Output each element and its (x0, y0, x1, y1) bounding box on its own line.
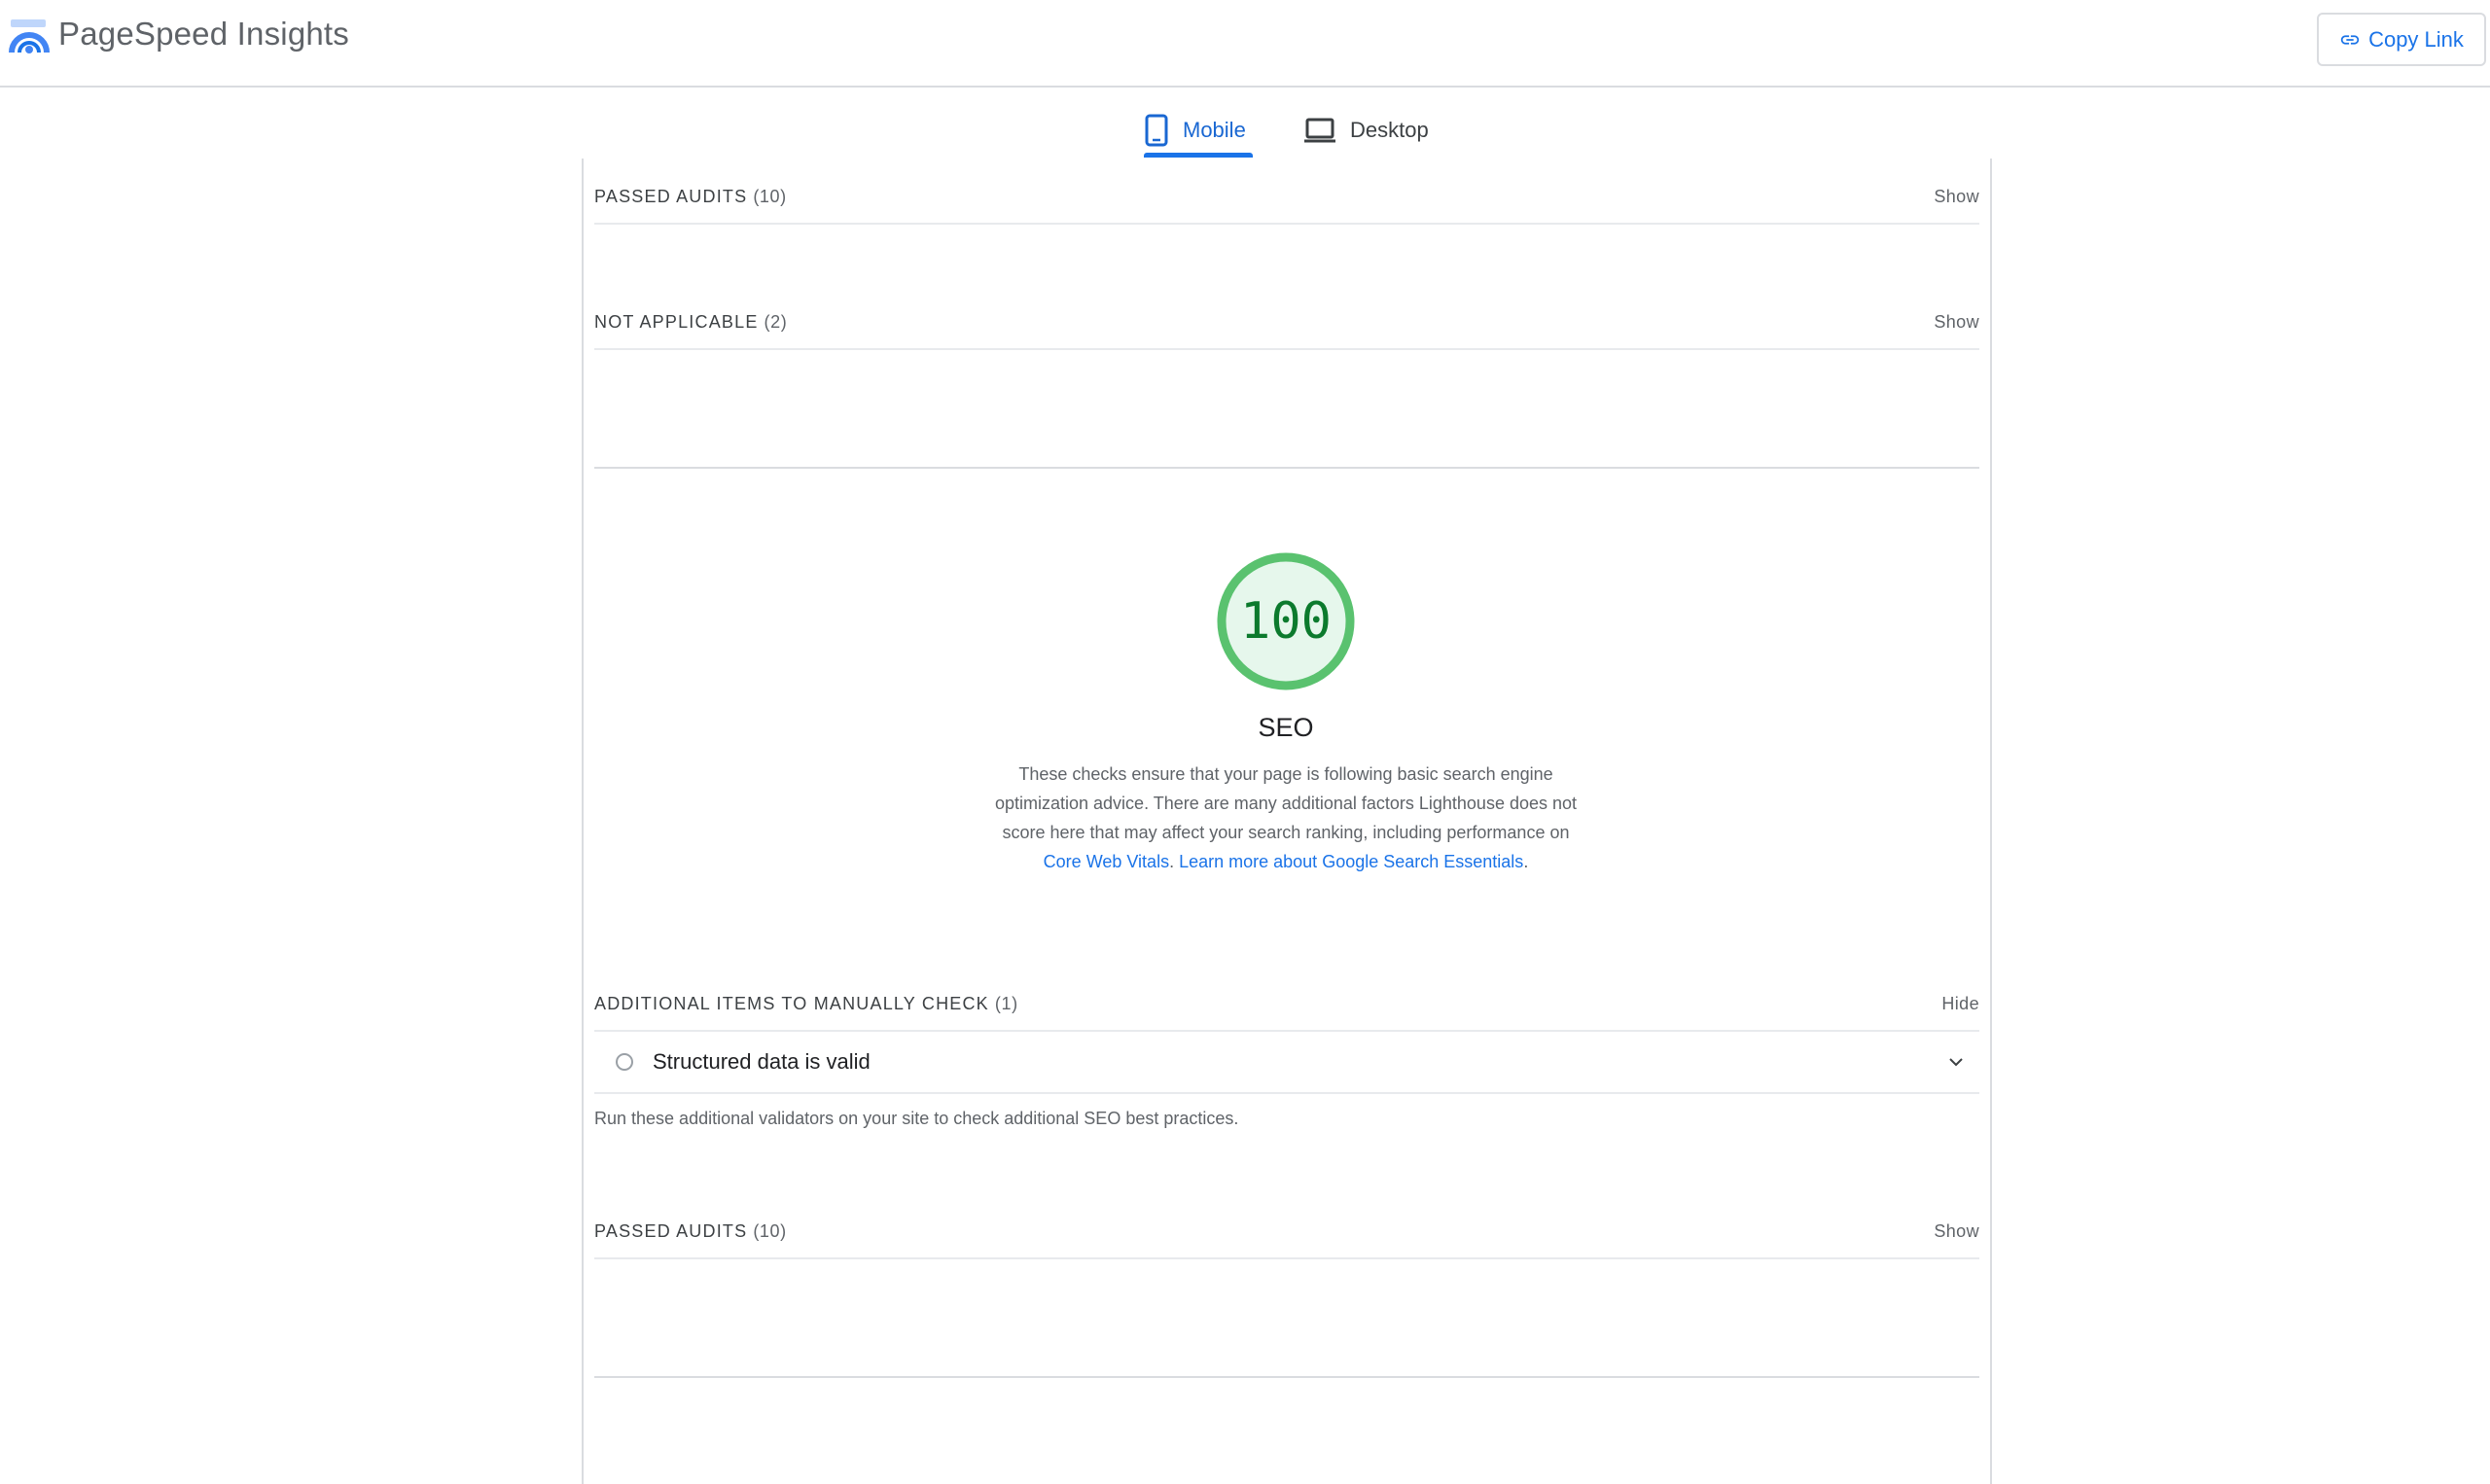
tab-mobile-label: Mobile (1183, 118, 1246, 142)
link-icon (2340, 34, 2360, 45)
divider (594, 348, 1979, 350)
audit-item-structured-data[interactable]: Structured data is valid (594, 1031, 1979, 1093)
manual-check-title: ADDITIONAL ITEMS TO MANUALLY CHECK (594, 993, 989, 1013)
manual-check-title-group: ADDITIONAL ITEMS TO MANUALLY CHECK (1) (594, 994, 1018, 1014)
pagespeed-logo-icon[interactable] (8, 18, 51, 56)
google-search-essentials-link[interactable]: Learn more about Google Search Essential… (1179, 852, 1523, 871)
core-web-vitals-link[interactable]: Core Web Vitals (1044, 852, 1169, 871)
active-tab-indicator (1144, 153, 1253, 158)
copy-link-label: Copy Link (2368, 26, 2464, 52)
not-applicable-show-toggle[interactable]: Show (1934, 312, 1979, 333)
divider (594, 1092, 1979, 1094)
category-description-text: These checks ensure that your page is fo… (994, 764, 1578, 842)
passed-audits-seo-title-group: PASSED AUDITS (10) (594, 1221, 787, 1242)
tab-desktop-label: Desktop (1350, 118, 1429, 142)
passed-audits-seo-title: PASSED AUDITS (594, 1220, 748, 1241)
not-applicable-count: (2) (764, 311, 788, 332)
not-applicable-header[interactable]: NOT APPLICABLE (2) Show (594, 302, 1979, 341)
category-divider (594, 467, 1979, 469)
seo-score-value: 100 (1240, 592, 1332, 651)
passed-audits-title: PASSED AUDITS (594, 186, 748, 206)
app-title: PageSpeed Insights (58, 16, 349, 52)
passed-audits-show-toggle[interactable]: Show (1934, 187, 1979, 207)
category-title: SEO (1258, 713, 1314, 742)
category-description: These checks ensure that your page is fo… (992, 760, 1580, 876)
content-frame-right-border (1990, 159, 1992, 1484)
manual-check-description: Run these additional validators on your … (594, 1109, 1239, 1128)
laptop-icon (1304, 118, 1335, 143)
manual-check-hide-toggle[interactable]: Hide (1941, 994, 1979, 1014)
audit-status-circle-icon (616, 1053, 633, 1071)
description-separator: . (1169, 852, 1180, 871)
not-applicable-title-group: NOT APPLICABLE (2) (594, 312, 787, 333)
passed-audits-header-seo[interactable]: PASSED AUDITS (10) Show (594, 1212, 1979, 1251)
passed-audits-seo-show-toggle[interactable]: Show (1934, 1221, 1979, 1242)
copy-link-button[interactable]: Copy Link (2317, 13, 2486, 66)
description-end: . (1523, 852, 1529, 871)
tab-mobile[interactable]: Mobile (1144, 103, 1246, 158)
passed-audits-count: (10) (753, 186, 787, 206)
top-app-bar: PageSpeed Insights Copy Link (0, 0, 2490, 88)
audit-item-label: Structured data is valid (653, 1049, 871, 1074)
manual-check-header[interactable]: ADDITIONAL ITEMS TO MANUALLY CHECK (1) Hi… (594, 984, 1979, 1023)
mobile-phone-icon (1145, 114, 1168, 147)
passed-audits-title-group: PASSED AUDITS (10) (594, 187, 787, 207)
passed-audits-seo-count: (10) (753, 1220, 787, 1241)
chevron-down-icon[interactable] (1946, 1052, 1966, 1072)
passed-audits-header[interactable]: PASSED AUDITS (10) Show (594, 177, 1979, 216)
category-divider (594, 1376, 1979, 1378)
divider (594, 1257, 1979, 1259)
content-frame-left-border (582, 159, 584, 1484)
manual-check-count: (1) (994, 993, 1018, 1013)
tab-desktop[interactable]: Desktop (1303, 103, 1429, 158)
not-applicable-title: NOT APPLICABLE (594, 311, 759, 332)
divider (594, 223, 1979, 225)
seo-score-gauge[interactable]: 100 (1215, 550, 1357, 692)
